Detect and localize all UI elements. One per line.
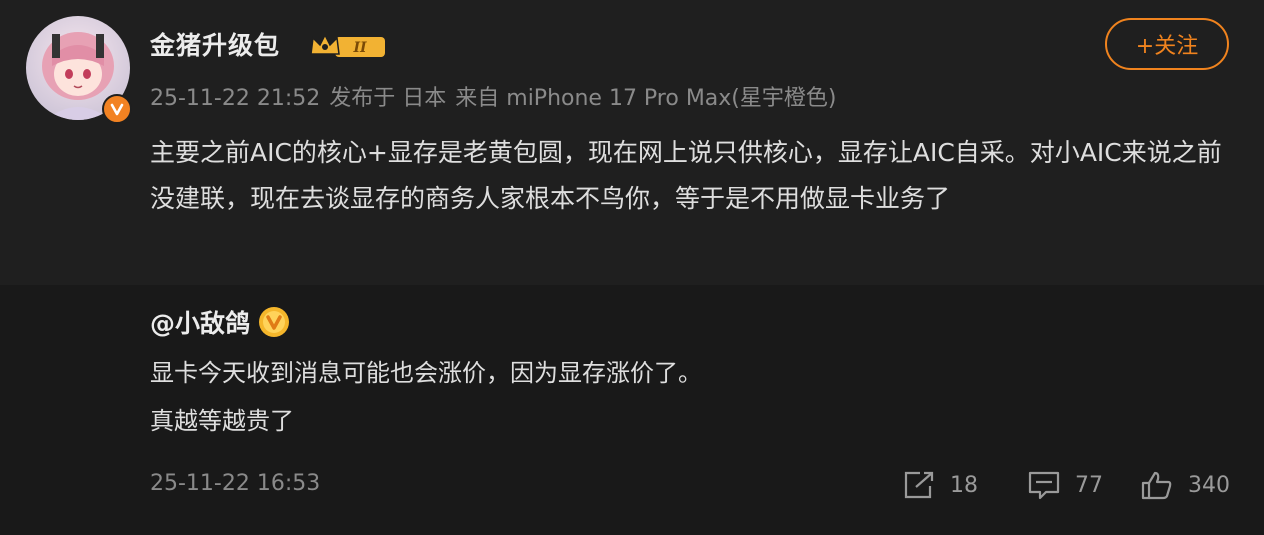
follow-button[interactable]: +关注 xyxy=(1105,18,1229,70)
comment-count: 77 xyxy=(1075,472,1103,498)
share-button[interactable]: 18 xyxy=(902,468,978,502)
post-source: 来自 miPhone 17 Pro Max(星宇橙色) xyxy=(455,86,837,111)
post-location: 发布于 日本 xyxy=(329,86,447,111)
username[interactable]: 金猪升级包 xyxy=(150,26,280,62)
quoted-text-line: 显卡今天收到消息可能也会涨价，因为显存涨价了。 xyxy=(150,359,702,387)
quoted-author-mention[interactable]: @小敌鸽 xyxy=(150,304,250,340)
crown-level-icon: II xyxy=(309,30,387,62)
verified-v-icon xyxy=(102,94,132,124)
post-time[interactable]: 25-11-22 21:52 xyxy=(150,86,320,111)
like-count: 340 xyxy=(1188,472,1230,498)
quoted-author-row: @小敌鸽 xyxy=(150,304,290,340)
share-count: 18 xyxy=(950,472,978,498)
quoted-text-line: 真越等越贵了 xyxy=(150,407,294,435)
gold-medal-icon xyxy=(259,307,290,337)
quoted-time[interactable]: 25-11-22 16:53 xyxy=(150,471,320,496)
like-button[interactable]: 340 xyxy=(1140,468,1230,502)
level-badge-text: II xyxy=(352,40,367,56)
comment-icon xyxy=(1028,471,1060,500)
comment-button[interactable]: 77 xyxy=(1027,468,1103,502)
like-icon xyxy=(1141,471,1172,500)
post-text: 主要之前AIC的核心+显存是老黄包圆，现在网上说只供核心，显存让AIC自采。对小… xyxy=(150,138,1222,213)
share-icon xyxy=(904,471,934,499)
post-card: 金猪升级包 II +关注 25-11-22 21:52 发布于 日本 来自 miPh… xyxy=(0,0,1264,285)
post-meta: 25-11-22 21:52 发布于 日本 来自 miPhone 17 Pro Ma… xyxy=(150,80,845,112)
